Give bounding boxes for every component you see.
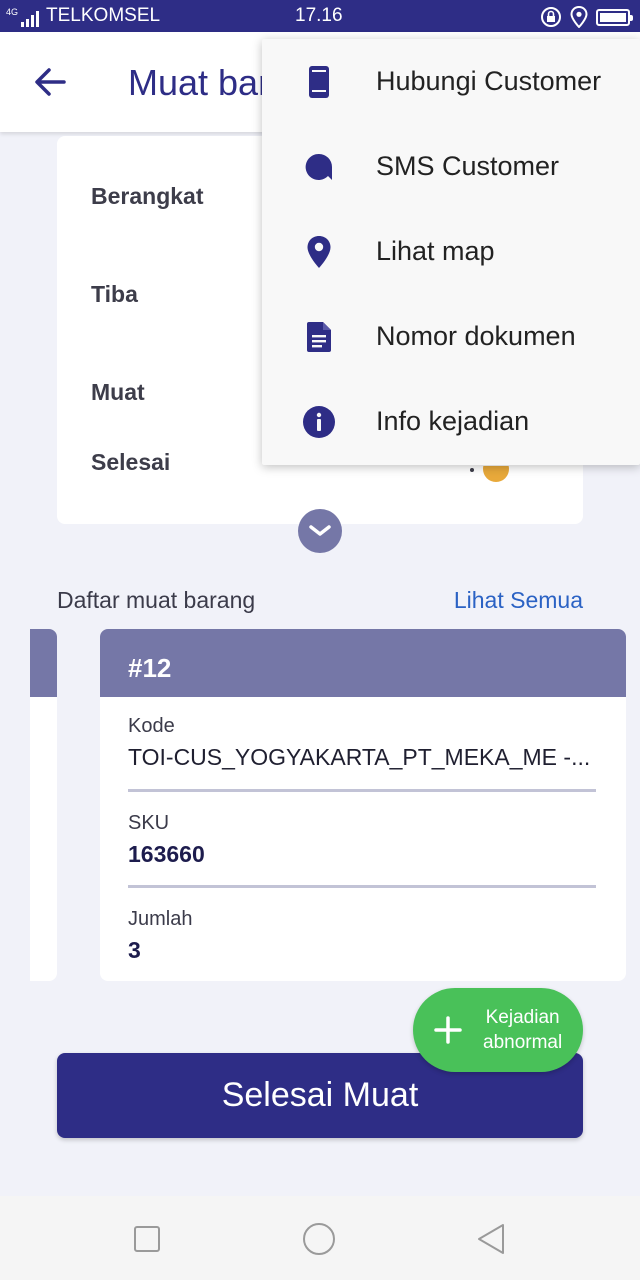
menu-item-label: Hubungi Customer	[376, 66, 602, 96]
label-muat: Muat	[91, 379, 145, 405]
menu-item-label: Info kejadian	[376, 406, 530, 436]
overflow-menu: Hubungi Customer SMS Customer Lihat map	[262, 39, 640, 465]
label-selesai: Selesai	[91, 449, 171, 475]
battery-icon	[596, 8, 633, 26]
menu-item-sms-customer[interactable]: SMS Customer	[262, 124, 640, 209]
lock-rotation-icon	[541, 7, 561, 27]
menu-item-document-number[interactable]: Nomor dokumen	[262, 294, 640, 379]
status-indicator	[470, 466, 520, 484]
map-pin-icon	[307, 235, 331, 268]
list-title: Daftar muat barang	[57, 587, 256, 613]
menu-item-incident-info[interactable]: Info kejadian	[262, 379, 640, 464]
sku-label: SKU	[128, 812, 170, 834]
signal-icon	[21, 11, 40, 27]
menu-item-call-customer[interactable]: Hubungi Customer	[262, 39, 640, 124]
label-tiba: Tiba	[91, 281, 138, 307]
chevron-down-icon	[309, 525, 331, 536]
expand-button[interactable]	[298, 509, 342, 553]
menu-item-label: SMS Customer	[376, 151, 560, 181]
plus-icon	[434, 1016, 462, 1044]
kode-label: Kode	[128, 715, 175, 737]
fab-label-line1: Kejadian	[485, 1007, 560, 1028]
document-icon	[307, 321, 331, 352]
abnormal-event-button[interactable]: Kejadian abnormal	[413, 988, 583, 1072]
item-number: #12	[100, 629, 626, 697]
chat-icon	[305, 153, 332, 180]
menu-item-label: Lihat map	[376, 236, 495, 266]
back-nav-icon[interactable]	[474, 1222, 508, 1256]
back-arrow-icon[interactable]	[30, 62, 70, 102]
kode-field: Kode TOI-CUS_YOGYAKARTA_PT_MEKA_ME -...	[128, 715, 598, 771]
jumlah-label: Jumlah	[128, 908, 193, 930]
jumlah-value: 3	[128, 937, 141, 963]
divider	[128, 885, 596, 888]
home-icon[interactable]	[302, 1222, 336, 1256]
jumlah-field: Jumlah 3	[128, 908, 598, 964]
see-all-link[interactable]: Lihat Semua	[454, 587, 583, 614]
status-bar: 4G TELKOMSEL 17.16	[0, 0, 640, 32]
menu-item-label: Nomor dokumen	[376, 321, 576, 351]
carrier-name: TELKOMSEL	[46, 5, 161, 26]
network-type: 4G	[6, 7, 19, 17]
menu-item-view-map[interactable]: Lihat map	[262, 209, 640, 294]
fab-label-line2: abnormal	[483, 1032, 563, 1053]
item-card[interactable]: #12 Kode TOI-CUS_YOGYAKARTA_PT_MEKA_ME -…	[100, 629, 626, 981]
info-icon	[303, 405, 335, 438]
previous-item-card[interactable]	[30, 629, 57, 981]
phone-icon	[309, 65, 329, 98]
sku-field: SKU 163660	[128, 812, 598, 868]
system-nav-bar	[0, 1196, 640, 1280]
label-berangkat: Berangkat	[91, 183, 204, 209]
divider	[128, 789, 596, 792]
recent-apps-icon[interactable]	[130, 1222, 164, 1256]
kode-value: TOI-CUS_YOGYAKARTA_PT_MEKA_ME -...	[128, 744, 591, 770]
sku-value: 163660	[128, 841, 205, 867]
clock: 17.16	[295, 5, 343, 26]
location-icon	[570, 6, 588, 28]
